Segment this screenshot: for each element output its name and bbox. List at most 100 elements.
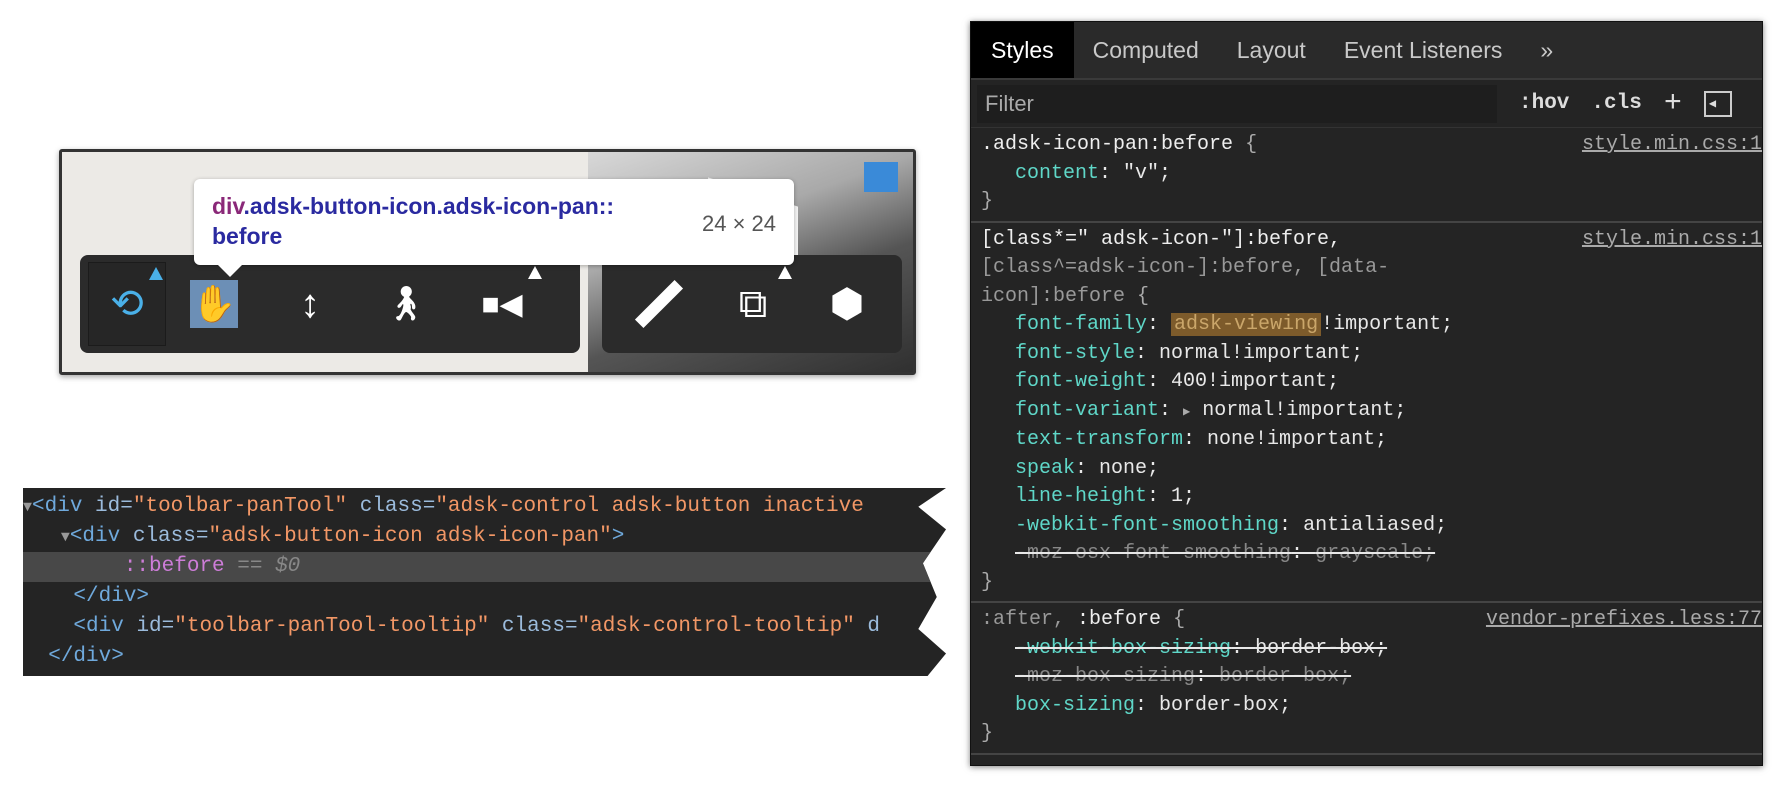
css-declaration[interactable]: content: "v"; — [981, 160, 1762, 189]
elements-dom-tree: ▼<div id="toolbar-panTool" class="adsk-c… — [23, 488, 946, 676]
tooltip-selector-line2: before — [212, 223, 283, 249]
toggle-sidebar-icon[interactable]: ◀ — [1703, 90, 1732, 117]
css-declaration[interactable]: -webkit-font-smoothing: antialiased; — [981, 512, 1762, 541]
rule-selector: [class*=" adsk-icon-"]:before, — [981, 227, 1342, 251]
inspect-element-tooltip: div.adsk-button-icon.adsk-icon-pan:: bef… — [194, 179, 794, 277]
explode-button[interactable]: ⬢ — [800, 262, 894, 346]
css-value[interactable]: 1; — [1171, 485, 1195, 508]
css-declaration[interactable]: font-weight: 400!important; — [981, 368, 1762, 397]
css-value[interactable]: antialiased; — [1303, 514, 1447, 537]
css-value[interactable]: normal!important; — [1159, 342, 1363, 365]
css-value[interactable]: border-box; — [1255, 637, 1387, 660]
rule-source-link[interactable]: vendor-prefixes.less:77 — [1486, 606, 1762, 635]
rule-source-link[interactable]: style.min.css:1 — [1582, 226, 1762, 255]
css-value[interactable]: 400!important; — [1171, 370, 1339, 393]
zoom-button[interactable]: ↕ — [262, 262, 358, 346]
rule-selector-dim: :after, — [981, 608, 1066, 631]
styles-panel: Styles Computed Layout Event Listeners »… — [970, 21, 1763, 766]
css-property[interactable]: -webkit-font-smoothing — [1015, 514, 1279, 537]
css-property[interactable]: font-variant — [1015, 399, 1159, 422]
first-person-button[interactable]: 🚶︎ — [358, 262, 454, 346]
css-property[interactable]: font-family — [1015, 313, 1147, 336]
tab-event-listeners[interactable]: Event Listeners — [1325, 22, 1522, 78]
style-rules-list: .adsk-icon-pan:before {style.min.css:1 co… — [971, 128, 1762, 755]
css-property[interactable]: -webkit-box-sizing — [1015, 637, 1231, 660]
navigation-toolbar: ⟲ ✋ ↕ 🚶︎ ■◀ — [80, 255, 580, 353]
explode-cube-icon: ⬢ — [829, 282, 865, 326]
css-property[interactable]: speak — [1015, 457, 1075, 480]
orbit-button[interactable]: ⟲ — [88, 262, 166, 346]
dom-node-before-selected[interactable]: ::before == $0 — [23, 552, 946, 582]
new-style-rule-button[interactable]: + — [1664, 87, 1682, 121]
orbit-icon: ⟲ — [110, 282, 144, 326]
tab-styles[interactable]: Styles — [971, 22, 1074, 78]
flyout-triangle-icon — [778, 266, 792, 279]
tooltip-tag: div — [212, 193, 244, 219]
css-value[interactable]: border-box; — [1159, 694, 1291, 717]
pan-button[interactable]: ✋ — [166, 262, 262, 346]
css-value[interactable]: grayscale; — [1315, 542, 1435, 565]
css-declaration[interactable]: font-family: adsk-viewing !important; — [981, 311, 1762, 340]
css-property[interactable]: content — [1015, 162, 1099, 185]
css-property[interactable]: line-height — [1015, 485, 1147, 508]
dom-node-close-div[interactable]: </div> — [23, 582, 946, 612]
tooltip-selector: .adsk-button-icon.adsk-icon-pan:: — [243, 193, 615, 219]
first-person-icon: 🚶︎ — [384, 285, 428, 323]
css-declaration[interactable]: line-height: 1; — [981, 483, 1762, 512]
camera-icon: ■◀ — [481, 287, 523, 321]
flyout-triangle-icon — [528, 266, 542, 279]
style-rule: :after, :before {vendor-prefixes.less:77… — [971, 603, 1762, 755]
css-declaration[interactable]: font-variant: ▶ normal!important; — [981, 397, 1762, 427]
css-property[interactable]: -moz-osx-font-smoothing — [1015, 542, 1291, 565]
css-property[interactable]: font-weight — [1015, 370, 1147, 393]
measure-ruler-icon — [634, 279, 684, 329]
css-property[interactable]: -moz-box-sizing — [1015, 665, 1195, 688]
hov-toggle[interactable]: :hov — [1519, 92, 1569, 115]
cls-toggle[interactable]: .cls — [1591, 92, 1641, 115]
filter-toolbar: Filter :hov .cls + ◀ — [971, 80, 1762, 128]
rule-selector-dim: [class^=adsk-icon-]:before, [data-icon]:… — [981, 256, 1390, 308]
sidebar-tabs: Styles Computed Layout Event Listeners » — [971, 22, 1762, 80]
expand-triangle-icon[interactable]: ▶ — [1183, 405, 1190, 419]
style-rule: .adsk-icon-pan:before {style.min.css:1 co… — [971, 128, 1762, 223]
collapse-triangle-icon[interactable]: ▼ — [23, 499, 32, 516]
highlighted-value[interactable]: adsk-viewing — [1171, 313, 1322, 336]
css-property[interactable]: text-transform — [1015, 428, 1183, 451]
css-declaration[interactable]: font-style: normal!important; — [981, 340, 1762, 369]
measure-button[interactable] — [612, 262, 706, 346]
css-property[interactable]: box-sizing — [1015, 694, 1135, 717]
dom-node-button-icon[interactable]: ▼<div class="adsk-button-icon adsk-icon-… — [23, 522, 946, 552]
style-rule: [class*=" adsk-icon-"]:before, [class^=ad… — [971, 223, 1762, 603]
tab-computed[interactable]: Computed — [1074, 22, 1218, 78]
css-value[interactable]: border-box; — [1219, 665, 1351, 688]
collapse-triangle-icon[interactable]: ▼ — [61, 529, 70, 546]
css-declaration[interactable]: box-sizing: border-box; — [981, 692, 1762, 721]
section-box-icon: ⧉ — [738, 281, 768, 326]
filter-input[interactable]: Filter — [977, 84, 1497, 123]
tab-layout[interactable]: Layout — [1218, 22, 1325, 78]
tools-toolbar: ⧉ ⬢ — [602, 255, 902, 353]
tooltip-size: 24 × 24 — [701, 211, 776, 236]
rule-selector: .adsk-icon-pan:before — [981, 133, 1234, 156]
more-tabs-button[interactable]: » — [1521, 22, 1572, 78]
dom-node-tooltip[interactable]: <div id="toolbar-panTool-tooltip" class=… — [23, 612, 946, 642]
pan-hand-icon: ✋ — [190, 280, 238, 328]
css-value[interactable]: !important; — [1321, 313, 1453, 336]
css-declaration[interactable]: speak: none; — [981, 455, 1762, 484]
rule-source-link[interactable]: style.min.css:1 — [1582, 131, 1762, 160]
css-declaration[interactable]: -webkit-box-sizing: border-box; — [981, 635, 1762, 664]
css-value[interactable]: "v"; — [1123, 162, 1171, 185]
rule-selector: :before — [1077, 608, 1162, 631]
css-property[interactable]: font-style — [1015, 342, 1135, 365]
dom-node-toolbar-pantool[interactable]: ▼<div id="toolbar-panTool" class="adsk-c… — [23, 492, 946, 522]
css-value[interactable]: none!important; — [1207, 428, 1387, 451]
css-value[interactable]: none; — [1099, 457, 1159, 480]
camera-button[interactable]: ■◀ — [454, 262, 550, 346]
css-declaration[interactable]: text-transform: none!important; — [981, 426, 1762, 455]
dom-node-close-div[interactable]: </div> — [23, 642, 946, 672]
css-value[interactable]: normal!important; — [1202, 399, 1406, 422]
css-declaration[interactable]: -moz-box-sizing: border-box; — [981, 663, 1762, 692]
section-button[interactable]: ⧉ — [706, 262, 800, 346]
css-declaration[interactable]: -moz-osx-font-smoothing: grayscale; — [981, 540, 1762, 569]
flyout-triangle-icon — [149, 267, 163, 280]
